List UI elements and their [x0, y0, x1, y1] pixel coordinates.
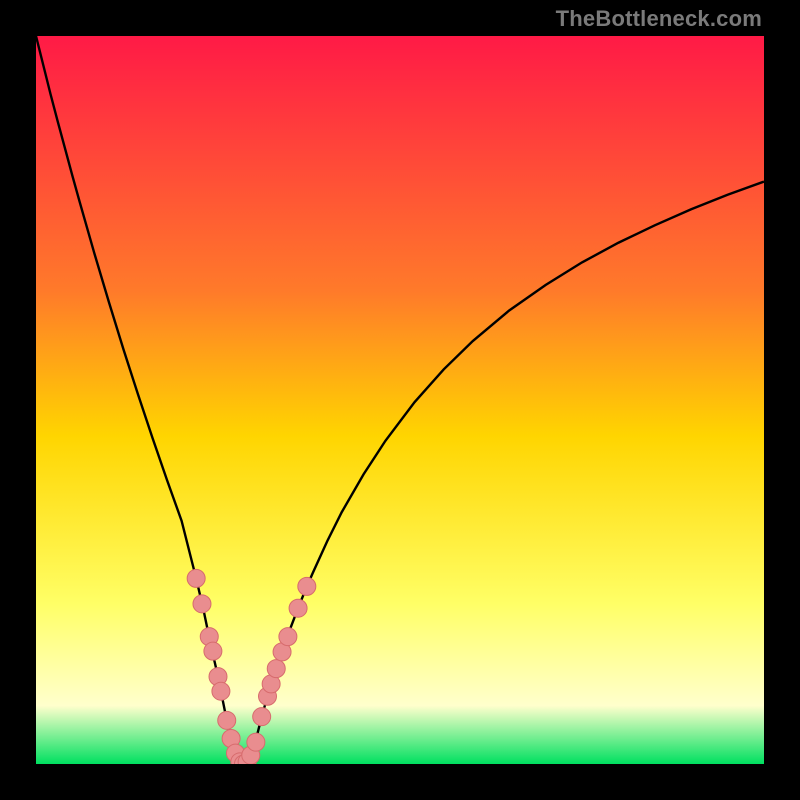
data-point	[289, 599, 307, 617]
chart-frame: TheBottleneck.com	[0, 0, 800, 800]
data-point	[298, 577, 316, 595]
data-point	[204, 642, 222, 660]
data-point	[218, 711, 236, 729]
data-point	[193, 595, 211, 613]
data-point	[253, 708, 271, 726]
bottleneck-curve-chart	[36, 36, 764, 764]
gradient-background	[36, 36, 764, 764]
data-point	[212, 682, 230, 700]
data-point	[247, 733, 265, 751]
plot-area	[36, 36, 764, 764]
data-point	[187, 569, 205, 587]
watermark-text: TheBottleneck.com	[556, 6, 762, 32]
data-point	[279, 628, 297, 646]
data-point	[267, 660, 285, 678]
